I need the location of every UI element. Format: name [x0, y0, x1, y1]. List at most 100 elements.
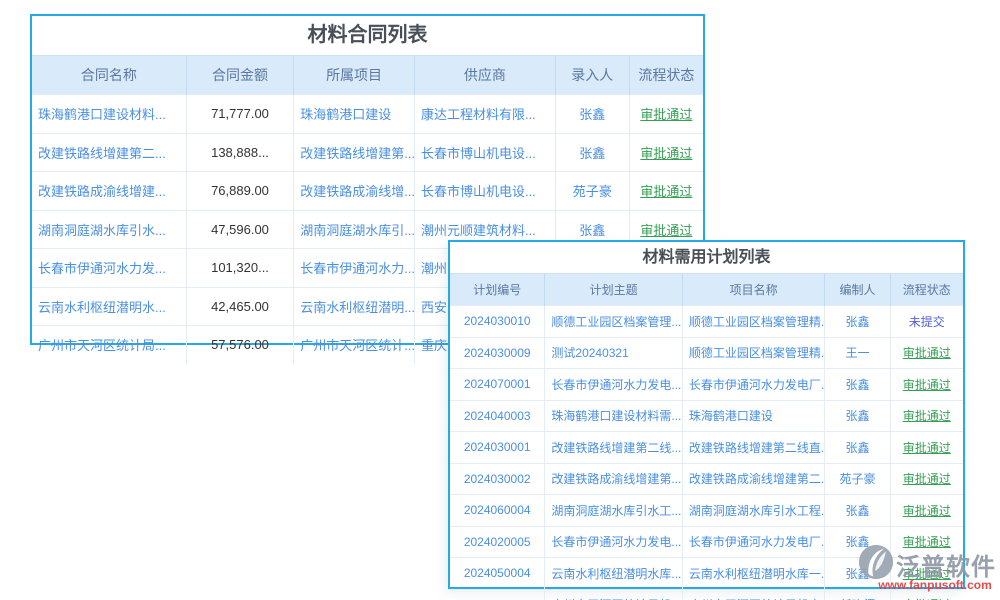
project-name-link[interactable]: 改建铁路成渝线增建第二...	[682, 463, 825, 495]
workflow-status-link[interactable]: 审批通过	[890, 337, 963, 369]
table-row: 2024030002改建铁路成渝线增建第...改建铁路成渝线增建第二...苑子豪…	[450, 463, 963, 495]
column-header: 计划主题	[545, 274, 682, 306]
contract-name-link[interactable]: 珠海鹤港口建设材料...	[32, 95, 186, 134]
project-link[interactable]: 改建铁路线增建第...	[294, 133, 415, 172]
column-header: 录入人	[555, 56, 629, 95]
contract-amount: 71,777.00	[186, 95, 293, 134]
project-link[interactable]: 改建铁路成渝线增...	[294, 172, 415, 211]
author-name: 苑子豪	[825, 463, 890, 495]
column-header: 流程状态	[890, 274, 963, 306]
column-header: 流程状态	[629, 56, 703, 95]
project-link[interactable]: 云南水利枢纽潜明...	[294, 287, 415, 326]
plan-number-link[interactable]: 2024020005	[450, 526, 545, 558]
contract-list-title: 材料合同列表	[32, 16, 703, 55]
contract-name-link[interactable]: 改建铁路线增建第二...	[32, 133, 186, 172]
table-row: 2024040003珠海鹤港口建设材料需...珠海鹤港口建设张鑫审批通过	[450, 400, 963, 432]
contract-amount: 76,889.00	[186, 172, 293, 211]
plan-subject-link[interactable]: 改建铁路成渝线增建第...	[545, 463, 682, 495]
plan-subject-link[interactable]: 顺德工业园区档案管理...	[545, 306, 682, 338]
workflow-status-link[interactable]: 审批通过	[629, 95, 703, 134]
workflow-status-link[interactable]: 审批通过	[629, 133, 703, 172]
project-name-link[interactable]: 广州市天河区统计局机房...	[682, 589, 825, 600]
author-name: 张鑫	[825, 495, 890, 527]
supplier-link[interactable]: 康达工程材料有限...	[414, 95, 555, 134]
contract-amount: 101,320...	[186, 249, 293, 288]
project-name-link[interactable]: 长春市伊通河水力发电厂...	[682, 526, 825, 558]
column-header: 计划编号	[450, 274, 545, 306]
table-row: 2024030001改建铁路线增建第二线...改建铁路线增建第二线直...张鑫审…	[450, 432, 963, 464]
project-name-link[interactable]: 长春市伊通河水力发电厂...	[682, 369, 825, 401]
table-row: 珠海鹤港口建设材料...71,777.00珠海鹤港口建设康达工程材料有限...张…	[32, 95, 703, 134]
workflow-status-link[interactable]: 审批通过	[629, 172, 703, 211]
entry-person: 苑子豪	[555, 172, 629, 211]
project-name-link[interactable]: 云南水利枢纽潜明水库一...	[682, 558, 825, 590]
contract-amount: 57,576.00	[186, 326, 293, 364]
plan-number-link[interactable]: 2024070001	[450, 369, 545, 401]
workflow-status-link[interactable]: 审批通过	[890, 495, 963, 527]
plan-list-title: 材料需用计划列表	[450, 242, 963, 273]
plan-number-link[interactable]: 2024010005	[450, 589, 545, 600]
plan-number-link[interactable]: 2024030009	[450, 337, 545, 369]
plan-subject-link[interactable]: 长春市伊通河水力发电...	[545, 369, 682, 401]
plan-subject-link[interactable]: 珠海鹤港口建设材料需...	[545, 400, 682, 432]
contract-name-link[interactable]: 长春市伊通河水力发...	[32, 249, 186, 288]
brand-name: 泛普软件	[896, 547, 996, 582]
table-row: 改建铁路线增建第二...138,888...改建铁路线增建第...长春市博山机电…	[32, 133, 703, 172]
plan-number-link[interactable]: 2024040003	[450, 400, 545, 432]
column-header: 项目名称	[682, 274, 825, 306]
project-name-link[interactable]: 改建铁路线增建第二线直...	[682, 432, 825, 464]
contract-name-link[interactable]: 改建铁路成渝线增建...	[32, 172, 186, 211]
contract-name-link[interactable]: 广州市天河区统计局...	[32, 326, 186, 364]
project-link[interactable]: 广州市天河区统计...	[294, 326, 415, 364]
project-name-link[interactable]: 顺德工业园区档案管理精...	[682, 337, 825, 369]
plan-subject-link[interactable]: 长春市伊通河水力发电...	[545, 526, 682, 558]
column-header: 合同金额	[186, 56, 293, 95]
workflow-status-link[interactable]: 未提交	[890, 306, 963, 338]
contract-name-link[interactable]: 湖南洞庭湖水库引水...	[32, 210, 186, 249]
plan-subject-link[interactable]: 湖南洞庭湖水库引水工...	[545, 495, 682, 527]
plan-header-row: 计划编号计划主题项目名称编制人流程状态	[450, 274, 963, 306]
contract-name-link[interactable]: 云南水利枢纽潜明水...	[32, 287, 186, 326]
author-name: 张鑫	[825, 369, 890, 401]
project-name-link[interactable]: 顺德工业园区档案管理精...	[682, 306, 825, 338]
contract-amount: 138,888...	[186, 133, 293, 172]
supplier-link[interactable]: 长春市博山机电设...	[414, 172, 555, 211]
table-row: 2024030009测试20240321顺德工业园区档案管理精...王一审批通过	[450, 337, 963, 369]
plan-number-link[interactable]: 2024030001	[450, 432, 545, 464]
author-name: 王一	[825, 337, 890, 369]
contract-amount: 42,465.00	[186, 287, 293, 326]
workflow-status-link[interactable]: 审批通过	[890, 432, 963, 464]
table-row: 2024060004湖南洞庭湖水库引水工...湖南洞庭湖水库引水工程...张鑫审…	[450, 495, 963, 527]
plan-number-link[interactable]: 2024060004	[450, 495, 545, 527]
plan-subject-link[interactable]: 云南水利枢纽潜明水库...	[545, 558, 682, 590]
project-link[interactable]: 湖南洞庭湖水库引...	[294, 210, 415, 249]
column-header: 合同名称	[32, 56, 186, 95]
author-name: 张鑫	[825, 432, 890, 464]
workflow-status-link[interactable]: 审批通过	[890, 463, 963, 495]
project-name-link[interactable]: 珠海鹤港口建设	[682, 400, 825, 432]
workflow-status-link[interactable]: 审批通过	[890, 400, 963, 432]
contract-amount: 47,596.00	[186, 210, 293, 249]
plan-number-link[interactable]: 2024030010	[450, 306, 545, 338]
plan-number-link[interactable]: 2024050004	[450, 558, 545, 590]
author-name: 张鑫	[825, 306, 890, 338]
material-plan-list-panel: 材料需用计划列表 计划编号计划主题项目名称编制人流程状态 2024030010顺…	[448, 240, 965, 589]
plan-number-link[interactable]: 2024030002	[450, 463, 545, 495]
table-row: 2024030010顺德工业园区档案管理...顺德工业园区档案管理精...张鑫未…	[450, 306, 963, 338]
author-name: 张鑫	[825, 400, 890, 432]
project-name-link[interactable]: 湖南洞庭湖水库引水工程...	[682, 495, 825, 527]
plan-subject-link[interactable]: 测试20240321	[545, 337, 682, 369]
table-row: 2024070001长春市伊通河水力发电...长春市伊通河水力发电厂...张鑫审…	[450, 369, 963, 401]
column-header: 所属项目	[294, 56, 415, 95]
table-row: 改建铁路成渝线增建...76,889.00改建铁路成渝线增...长春市博山机电设…	[32, 172, 703, 211]
workflow-status-link[interactable]: 审批通过	[890, 369, 963, 401]
supplier-link[interactable]: 长春市博山机电设...	[414, 133, 555, 172]
brand-url: www.fanpusoft.com	[858, 578, 998, 592]
entry-person: 张鑫	[555, 95, 629, 134]
plan-subject-link[interactable]: 广州市天河区统计局机...	[545, 589, 682, 600]
fanpu-watermark: 泛普软件 www.fanpusoft.com	[858, 545, 998, 592]
column-header: 供应商	[414, 56, 555, 95]
project-link[interactable]: 长春市伊通河水力...	[294, 249, 415, 288]
plan-subject-link[interactable]: 改建铁路线增建第二线...	[545, 432, 682, 464]
project-link[interactable]: 珠海鹤港口建设	[294, 95, 415, 134]
